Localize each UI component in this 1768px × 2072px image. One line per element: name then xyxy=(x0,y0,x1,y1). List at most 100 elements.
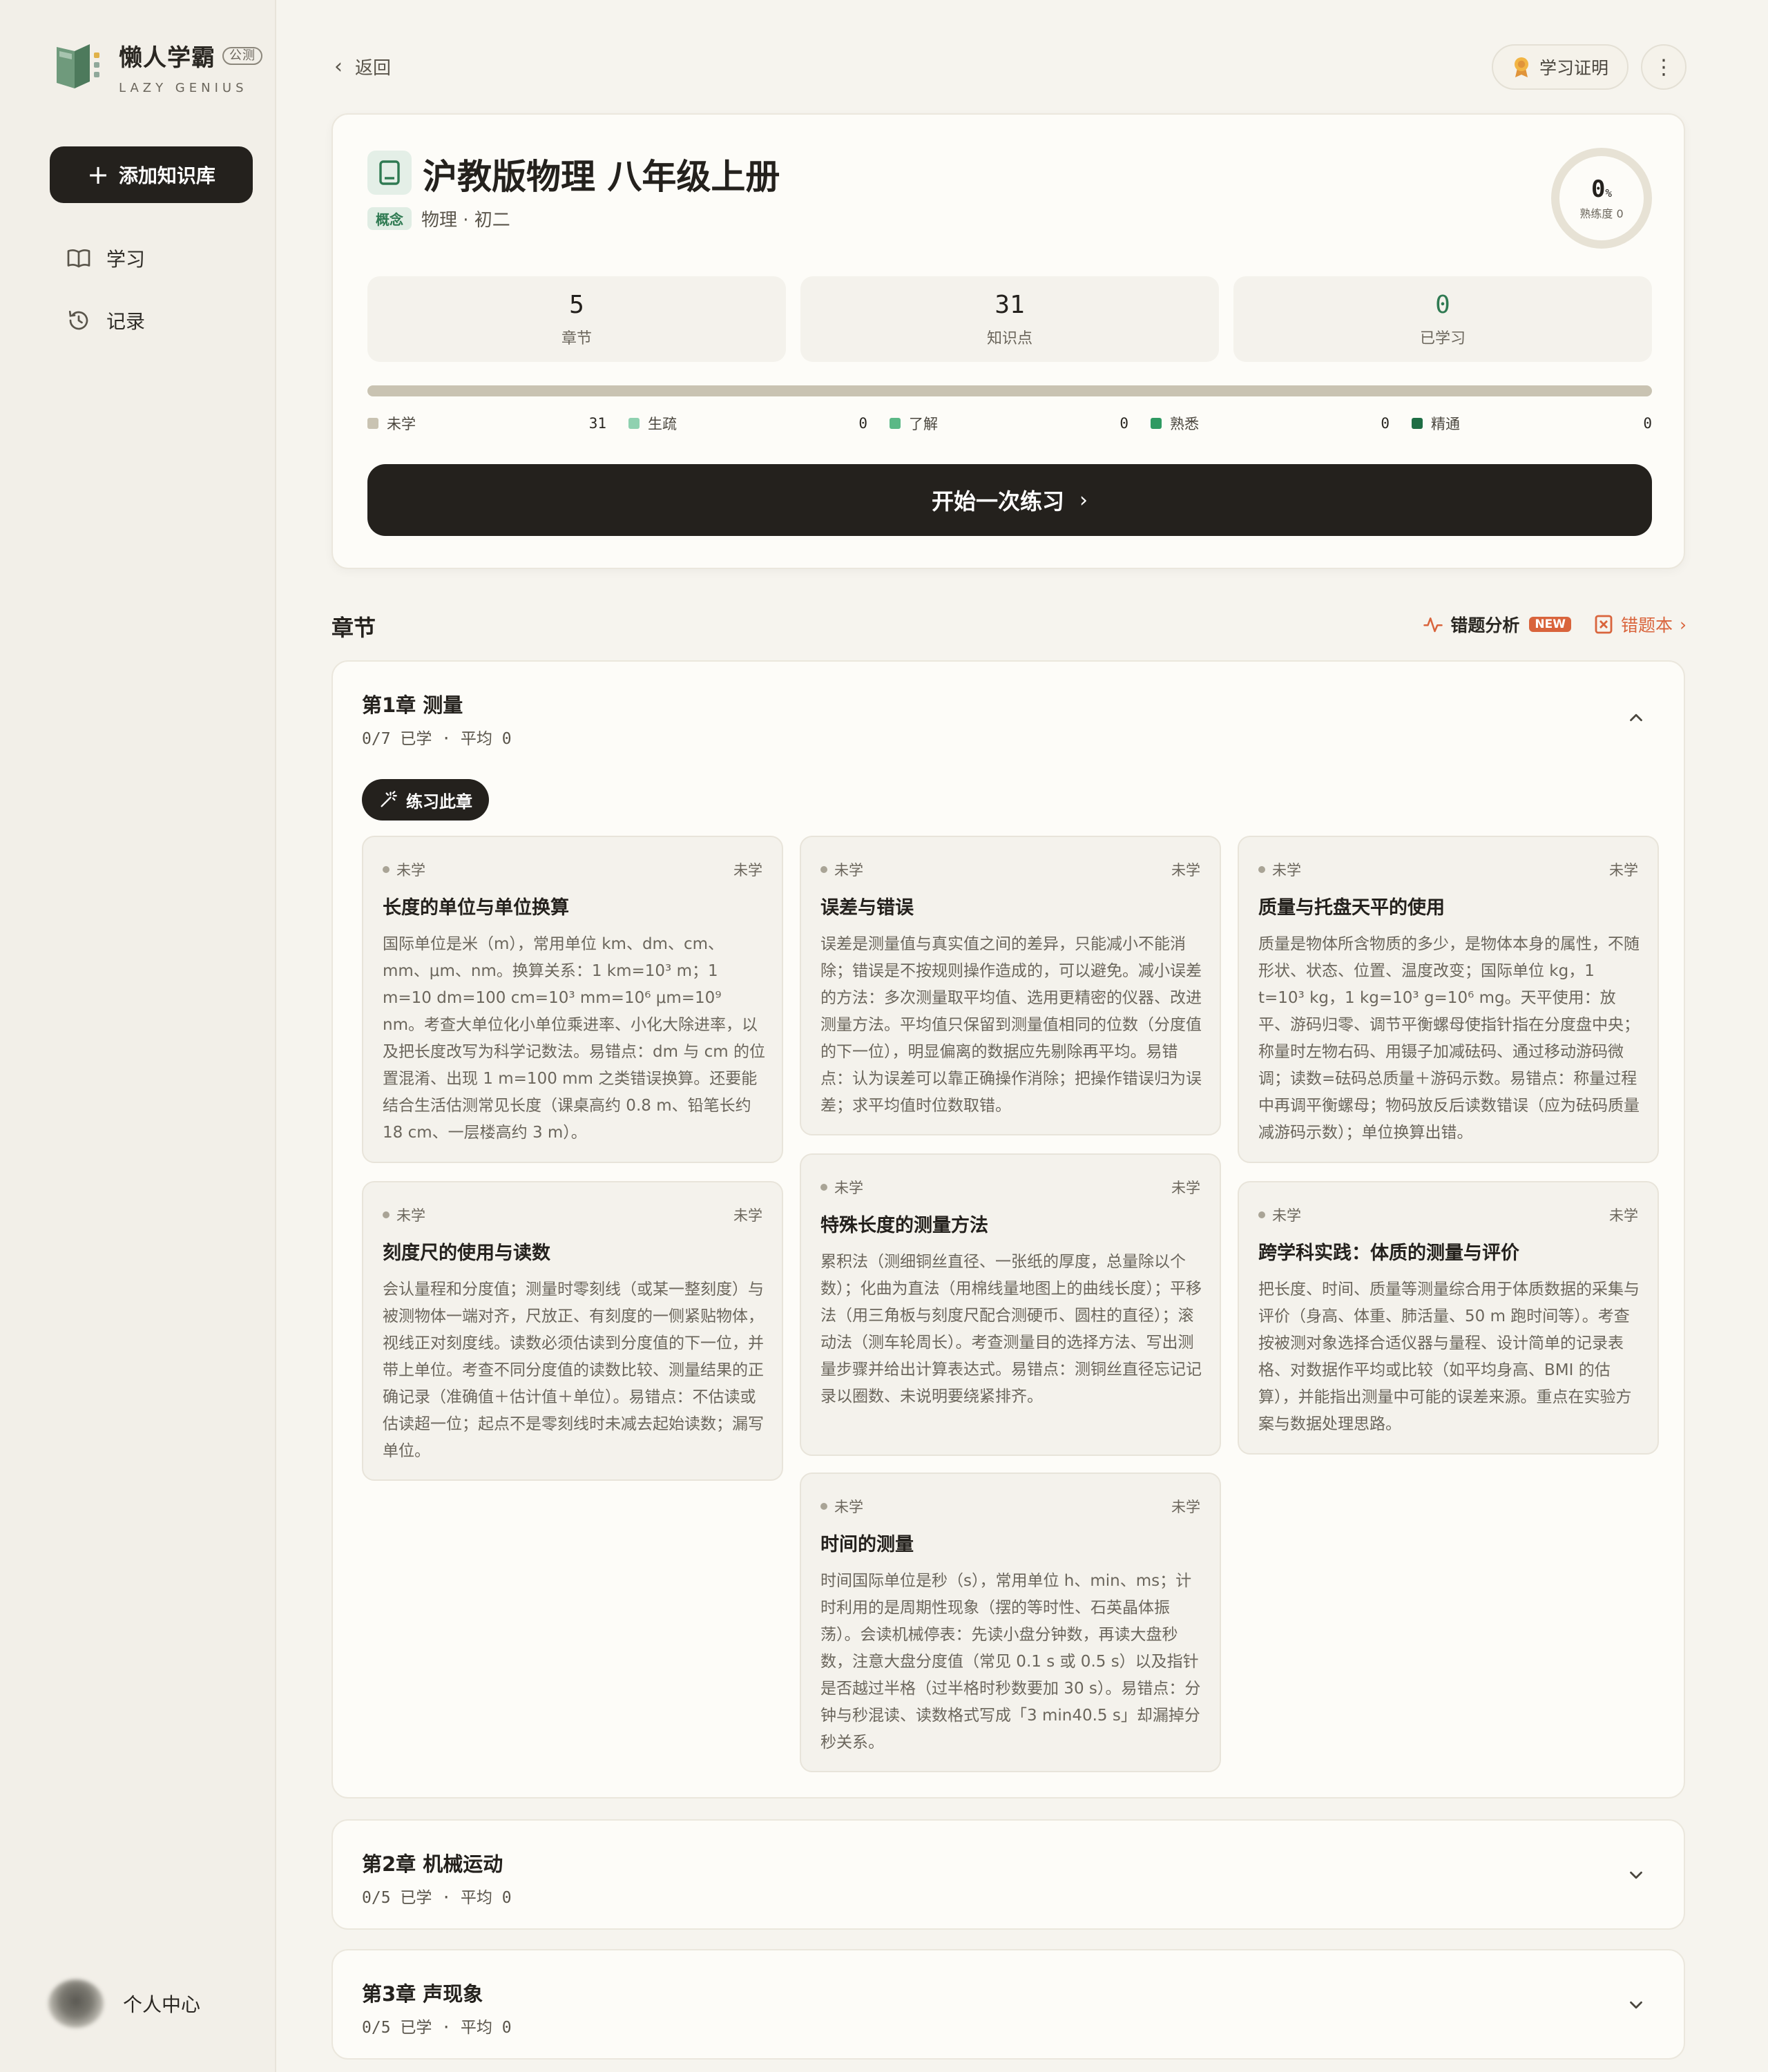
error-analysis-link[interactable]: 错题分析 NEW xyxy=(1423,612,1571,637)
brand[interactable]: 懒人学霸 公测 LAZY GENIUS xyxy=(54,39,262,95)
status-indicator: 未学 xyxy=(1258,859,1301,880)
knowledge-point-description: 质量是物体所含物质的多少，是物体本身的属性，不随形状、状态、位置、温度改变；国际… xyxy=(1258,935,1640,1142)
sidebar: 懒人学霸 公测 LAZY GENIUS + 添加知识库 学习 记录 个人中心 xyxy=(0,0,276,2072)
certificate-label: 学习证明 xyxy=(1539,58,1608,78)
legend-label: 未学 xyxy=(387,416,416,432)
knowledge-point-card[interactable]: 未学 未学 质量与托盘天平的使用 质量是物体所含物质的多少，是物体本身的属性，不… xyxy=(1238,836,1659,1163)
add-knowledge-base-label: 添加知识库 xyxy=(118,164,215,187)
stat-label: 章节 xyxy=(561,329,592,347)
chevron-right-icon: › xyxy=(1079,488,1088,512)
stat-chapters: 5 章节 xyxy=(367,276,786,362)
chapter-card-1: 第1章 测量 0/7 已学 · 平均 0 练习此章 未学 未学 长度的单位与单位… xyxy=(332,660,1685,1798)
mastery-level: 未学 xyxy=(1171,1499,1200,1515)
legend-swatch xyxy=(367,418,378,429)
start-practice-label: 开始一次练习 xyxy=(931,488,1064,515)
knowledge-point-title: 特殊长度的测量方法 xyxy=(820,1215,988,1236)
stat-value: 31 xyxy=(995,290,1025,319)
legend-label: 精通 xyxy=(1431,416,1460,432)
knowledge-point-description: 把长度、时间、质量等测量综合用于体质数据的采集与评价（身高、体重、肺活量、50 … xyxy=(1258,1280,1640,1433)
stat-value: 0 xyxy=(1435,290,1450,319)
course-subject: 物理 · 初二 xyxy=(421,210,510,231)
activity-icon xyxy=(1423,617,1443,633)
legend-item-unlearned: 未学 31 xyxy=(367,413,628,434)
mastery-legend: 未学 31 生疏 0 了解 0 熟悉 0 精通 0 xyxy=(367,413,1652,434)
profile-link[interactable]: 个人中心 xyxy=(48,1979,200,2028)
mastery-level: 未学 xyxy=(1171,1180,1200,1196)
legend-swatch xyxy=(890,418,901,429)
chevron-left-icon: ‹ xyxy=(334,55,343,79)
knowledge-point-card[interactable]: 未学 未学 时间的测量 时间国际单位是秒（s），常用单位 h、min、ms；计时… xyxy=(800,1473,1221,1772)
start-practice-button[interactable]: 开始一次练习 › xyxy=(367,464,1652,536)
chevron-down-icon[interactable] xyxy=(1626,1865,1646,1886)
chapter-title: 第2章 机械运动 xyxy=(362,1852,503,1876)
course-title: 沪教版物理 八年级上册 xyxy=(423,157,780,197)
stat-value: 5 xyxy=(569,290,584,319)
status-indicator: 未学 xyxy=(820,1496,863,1517)
knowledge-point-description: 累积法（测细铜丝直径、一张纸的厚度，总量除以个数）；化曲为直法（用棉线量地图上的… xyxy=(820,1253,1202,1406)
chevron-up-icon[interactable] xyxy=(1626,707,1646,728)
stat-knowledge-points: 31 知识点 xyxy=(800,276,1219,362)
legend-label: 了解 xyxy=(909,416,938,432)
knowledge-point-description: 误差是测量值与真实值之间的差异，只能减小不能消除；错误是不按规则操作造成的，可以… xyxy=(820,935,1202,1115)
mastery-progress-bar xyxy=(367,385,1652,396)
sidebar-item-label: 学习 xyxy=(106,248,146,271)
chapter-title: 第3章 声现象 xyxy=(362,1982,483,2006)
chapter-card-2[interactable]: 第2章 机械运动 0/5 已学 · 平均 0 xyxy=(332,1819,1685,1930)
knowledge-point-card[interactable]: 未学 未学 特殊长度的测量方法 累积法（测细铜丝直径、一张纸的厚度，总量除以个数… xyxy=(800,1153,1221,1456)
legend-count: 0 xyxy=(1381,415,1390,432)
mastery-label: 熟练度 0 xyxy=(1579,207,1624,220)
new-badge: NEW xyxy=(1529,617,1571,632)
legend-item-familiar: 了解 0 xyxy=(890,413,1151,434)
add-knowledge-base-button[interactable]: + 添加知识库 xyxy=(50,146,253,203)
status-dot xyxy=(820,1184,827,1191)
status-indicator: 未学 xyxy=(820,859,863,880)
course-meta: 概念 物理 · 初二 xyxy=(367,206,510,231)
status-dot xyxy=(1258,866,1265,873)
practice-chapter-button[interactable]: 练习此章 xyxy=(362,779,489,821)
knowledge-point-card[interactable]: 未学 未学 误差与错误 误差是测量值与真实值之间的差异，只能减小不能消除；错误是… xyxy=(800,836,1221,1135)
brand-subtitle: LAZY GENIUS xyxy=(119,81,248,95)
avatar xyxy=(48,1979,104,2028)
chapter-card-3[interactable]: 第3章 声现象 0/5 已学 · 平均 0 xyxy=(332,1949,1685,2060)
knowledge-point-title: 质量与托盘天平的使用 xyxy=(1258,897,1445,919)
legend-label: 熟悉 xyxy=(1170,416,1199,432)
plus-icon: + xyxy=(87,160,109,190)
history-icon xyxy=(68,310,88,330)
notebook-icon xyxy=(367,151,412,195)
knowledge-point-card[interactable]: 未学 未学 长度的单位与单位换算 国际单位是米（m），常用单位 km、dm、cm… xyxy=(362,836,783,1163)
mastery-value: 0% xyxy=(1591,175,1613,203)
legend-count: 0 xyxy=(1643,415,1652,432)
certificate-button[interactable]: 学习证明 xyxy=(1492,44,1628,90)
knowledge-point-title: 误差与错误 xyxy=(820,897,914,919)
status-indicator: 未学 xyxy=(383,859,425,880)
knowledge-point-description: 时间国际单位是秒（s），常用单位 h、min、ms；计时利用的是周期性现象（摆的… xyxy=(820,1572,1201,1752)
sidebar-item-study[interactable]: 学习 xyxy=(66,244,145,272)
error-analysis-label: 错题分析 xyxy=(1450,615,1520,635)
sidebar-item-history[interactable]: 记录 xyxy=(66,307,145,334)
knowledge-point-card[interactable]: 未学 未学 刻度尺的使用与读数 会认量程和分度值；测量时零刻线（或某一整刻度）与… xyxy=(362,1181,783,1481)
course-type-tag: 概念 xyxy=(367,207,412,230)
status-indicator: 未学 xyxy=(1258,1205,1301,1225)
knowledge-point-title: 跨学科实践：体质的测量与评价 xyxy=(1258,1243,1519,1264)
medal-icon xyxy=(1514,57,1528,77)
legend-swatch xyxy=(1412,418,1423,429)
legend-swatch xyxy=(1151,418,1162,429)
stat-learned: 0 已学习 xyxy=(1233,276,1652,362)
knowledge-point-card[interactable]: 未学 未学 跨学科实践：体质的测量与评价 把长度、时间、质量等测量综合用于体质数… xyxy=(1238,1181,1659,1455)
legend-item-proficient: 熟悉 0 xyxy=(1151,413,1412,434)
mastery-ring: 0% 熟练度 0 xyxy=(1551,148,1652,249)
chevron-down-icon[interactable] xyxy=(1626,1995,1646,2015)
stat-label: 知识点 xyxy=(986,329,1032,347)
back-button[interactable]: ‹ 返回 xyxy=(334,54,391,79)
knowledge-point-description: 国际单位是米（m），常用单位 km、dm、cm、mm、μm、nm。换算关系：1 … xyxy=(383,935,765,1142)
beta-badge: 公测 xyxy=(222,46,262,65)
knowledge-point-title: 长度的单位与单位换算 xyxy=(383,897,569,919)
chapters-section-title: 章节 xyxy=(332,615,376,641)
knowledge-point-title: 时间的测量 xyxy=(820,1534,914,1555)
chapter-meta: 0/5 已学 · 平均 0 xyxy=(362,2019,512,2037)
chapter-meta: 0/7 已学 · 平均 0 xyxy=(362,730,512,748)
error-book-link[interactable]: 错题本 › xyxy=(1595,612,1687,637)
more-options-button[interactable]: ⋮ xyxy=(1641,44,1687,90)
sidebar-item-label: 记录 xyxy=(106,310,146,333)
error-links: 错题分析 NEW 错题本 › xyxy=(1423,612,1687,637)
